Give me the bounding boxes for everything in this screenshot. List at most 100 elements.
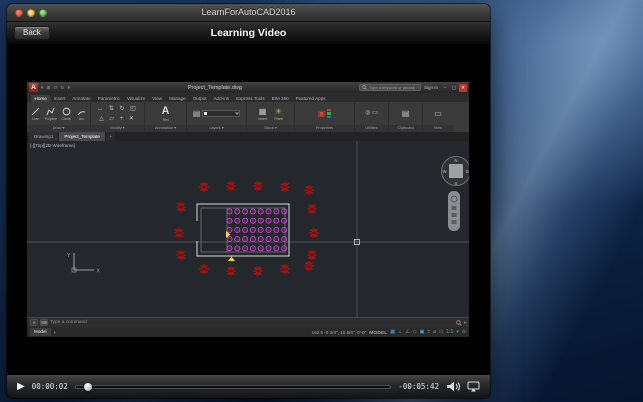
model-space-toggle[interactable]: MODEL: [369, 330, 387, 335]
acad-titlebar: A ▾ ⊞ ↺ ↻ ▾ Project_Template.dwg Type a …: [27, 82, 469, 93]
command-input[interactable]: Type a command: [50, 320, 454, 325]
modify-tools[interactable]: ↔ ⇅ ↻ ◰ △ ▱ + ✕: [91, 102, 144, 125]
ribbon-tab-annotate[interactable]: Annotate: [69, 95, 94, 102]
panel-layers: ▤ Layers ▾: [187, 102, 247, 132]
acad-restore-icon[interactable]: ▢: [450, 84, 458, 92]
insert-block-tool[interactable]: ▦ Insert: [256, 107, 270, 121]
seek-bar[interactable]: [74, 382, 392, 391]
panel-clipboard: ▤ Clipboard: [389, 102, 423, 132]
video-area[interactable]: A ▾ ⊞ ↺ ↻ ▾ Project_Template.dwg Type a …: [7, 45, 490, 374]
line-icon: [31, 107, 40, 115]
utilities-tools[interactable]: ◎ ▭: [355, 102, 388, 125]
properties-panel-label[interactable]: Properties: [295, 125, 354, 132]
paste-icon: ▤: [401, 109, 410, 118]
osnap-toggle-icon[interactable]: ▣: [420, 329, 425, 335]
layers-tools[interactable]: ▤: [187, 102, 246, 125]
ribbon-tab-bim360[interactable]: BIM 360: [268, 95, 292, 102]
view-icon: ▭: [434, 109, 442, 118]
page-title: Learning Video: [210, 27, 287, 39]
polar-toggle-icon[interactable]: ◇: [413, 329, 417, 335]
ortho-toggle-icon[interactable]: ∠: [405, 329, 409, 335]
acad-logo[interactable]: A: [29, 83, 38, 92]
new-drawing-tab-button[interactable]: +: [105, 132, 115, 141]
wall-opening: [195, 221, 199, 241]
app-navbar: Back Learning Video: [7, 22, 490, 45]
view-tools[interactable]: ▭: [423, 102, 453, 125]
ribbon-spacer: [453, 102, 469, 132]
layers-panel-label[interactable]: Layers ▾: [187, 125, 246, 132]
volume-icon[interactable]: [446, 381, 460, 392]
panel-modify: ↔ ⇅ ↻ ◰ △ ▱ + ✕ Modify ▾: [91, 102, 145, 132]
command-keyboard-icon[interactable]: ⌨: [40, 319, 48, 326]
panel-draw: Line Polyline Circle Arc Draw ▾: [27, 102, 91, 132]
ribbon-tab-view[interactable]: View: [149, 95, 166, 102]
coordinates-readout: 162.5 -0 3/4", 15 5/8", 0'-0": [311, 329, 367, 335]
command-menu-icon[interactable]: ▾: [464, 320, 466, 326]
line-tool[interactable]: Line: [29, 107, 42, 121]
dynamic-input-icon[interactable]: ⌀: [433, 329, 436, 335]
player-controls: ▶ 00:00:02 -00:05:42: [7, 374, 490, 398]
annotation-panel-label[interactable]: Annotation ▾: [145, 125, 186, 132]
circle-label: Circle: [61, 116, 71, 121]
utilities-panel-label[interactable]: Utilities: [355, 125, 388, 132]
seek-thumb[interactable]: [84, 382, 93, 391]
modify-panel-label[interactable]: Modify ▾: [91, 125, 144, 132]
ribbon-tab-home[interactable]: Home: [31, 95, 51, 102]
arc-tool[interactable]: Arc: [75, 107, 88, 121]
command-close-icon[interactable]: ✕: [30, 319, 38, 326]
panel-utilities: ◎ ▭ Utilities: [355, 102, 389, 132]
clipboard-tools[interactable]: ▤: [389, 102, 422, 125]
ribbon-tab-manage[interactable]: Manage: [166, 95, 190, 102]
text-label: Text: [162, 117, 169, 122]
text-tool[interactable]: A Text: [159, 105, 173, 122]
lineweight-toggle-icon[interactable]: ±: [427, 329, 430, 335]
draw-panel-label[interactable]: Draw ▾: [27, 125, 90, 132]
transparency-icon[interactable]: ⊡: [439, 329, 443, 335]
command-search-icon[interactable]: [455, 319, 462, 326]
circle-tool[interactable]: Circle: [60, 107, 73, 121]
search-icon: [362, 85, 367, 90]
polyline-tool[interactable]: Polyline: [44, 107, 57, 121]
plant-block-tool[interactable]: ✳ Plant: [272, 107, 286, 121]
ribbon-tab-insert[interactable]: Insert: [50, 95, 69, 102]
annotation-tools: A Text: [145, 102, 186, 125]
sign-in-button[interactable]: Sign In: [424, 85, 438, 90]
ribbon-tab-parametric[interactable]: Parametric: [94, 95, 123, 102]
ribbon-tab-visualize[interactable]: Visualize: [123, 95, 148, 102]
panel-view: ▭ View: [423, 102, 453, 132]
new-layout-button[interactable]: +: [54, 330, 57, 335]
clipboard-panel-label[interactable]: Clipboard: [389, 125, 422, 132]
modify-icons-row1: ↔ ⇅ ↻ ◰: [97, 105, 138, 112]
command-line[interactable]: ✕ ⌨ Type a command ▾: [27, 317, 469, 327]
block-tools: ▦ Insert ✳ Plant: [247, 102, 294, 125]
model-space[interactable]: [-][Top][2D Wireframe] Y X N S W E: [27, 141, 469, 317]
airplay-icon[interactable]: [467, 381, 480, 392]
viewport-controls[interactable]: [-][Top][2D Wireframe]: [30, 143, 75, 148]
file-tab-drawing1[interactable]: Drawing1: [29, 132, 59, 141]
viewcube-north: N: [454, 158, 457, 163]
annotation-scale[interactable]: 1:1: [446, 329, 453, 335]
layer-dropdown[interactable]: [202, 110, 241, 117]
block-panel-label[interactable]: Block ▾: [247, 125, 294, 132]
insert-icon: ▦: [258, 106, 267, 116]
acad-close-icon[interactable]: ✕: [459, 83, 467, 92]
ribbon-tab-express[interactable]: Express Tools: [233, 95, 269, 102]
ribbon-tab-output[interactable]: Output: [189, 95, 210, 102]
snap-toggle-icon[interactable]: ⊥: [398, 329, 402, 335]
view-panel-label[interactable]: View: [423, 125, 453, 132]
panel-block: ▦ Insert ✳ Plant Block ▾: [247, 102, 295, 132]
ribbon-tab-addins[interactable]: Add-ins: [210, 95, 233, 102]
quick-access-toolbar[interactable]: ▾ ⊞ ↺ ↻ ▾: [41, 85, 71, 91]
play-button[interactable]: ▶: [17, 381, 25, 392]
ucs-x-label: X: [97, 269, 101, 275]
customize-gear-icon[interactable]: ⊚: [462, 329, 466, 335]
ribbon-tab-featured[interactable]: Featured Apps: [292, 95, 329, 102]
drawing-canvas[interactable]: Y X N S W E: [27, 141, 469, 317]
scale-menu-icon[interactable]: ▾: [456, 329, 459, 335]
layout-tab-model[interactable]: Model: [30, 328, 51, 336]
file-tab-project-template[interactable]: Project_Template: [59, 132, 105, 141]
infocenter-search[interactable]: Type a keyword or phrase: [358, 84, 421, 91]
properties-tools[interactable]: ▣: [295, 102, 354, 125]
acad-minimize-icon[interactable]: –: [441, 84, 449, 92]
grid-toggle-icon[interactable]: ▦: [390, 329, 395, 335]
